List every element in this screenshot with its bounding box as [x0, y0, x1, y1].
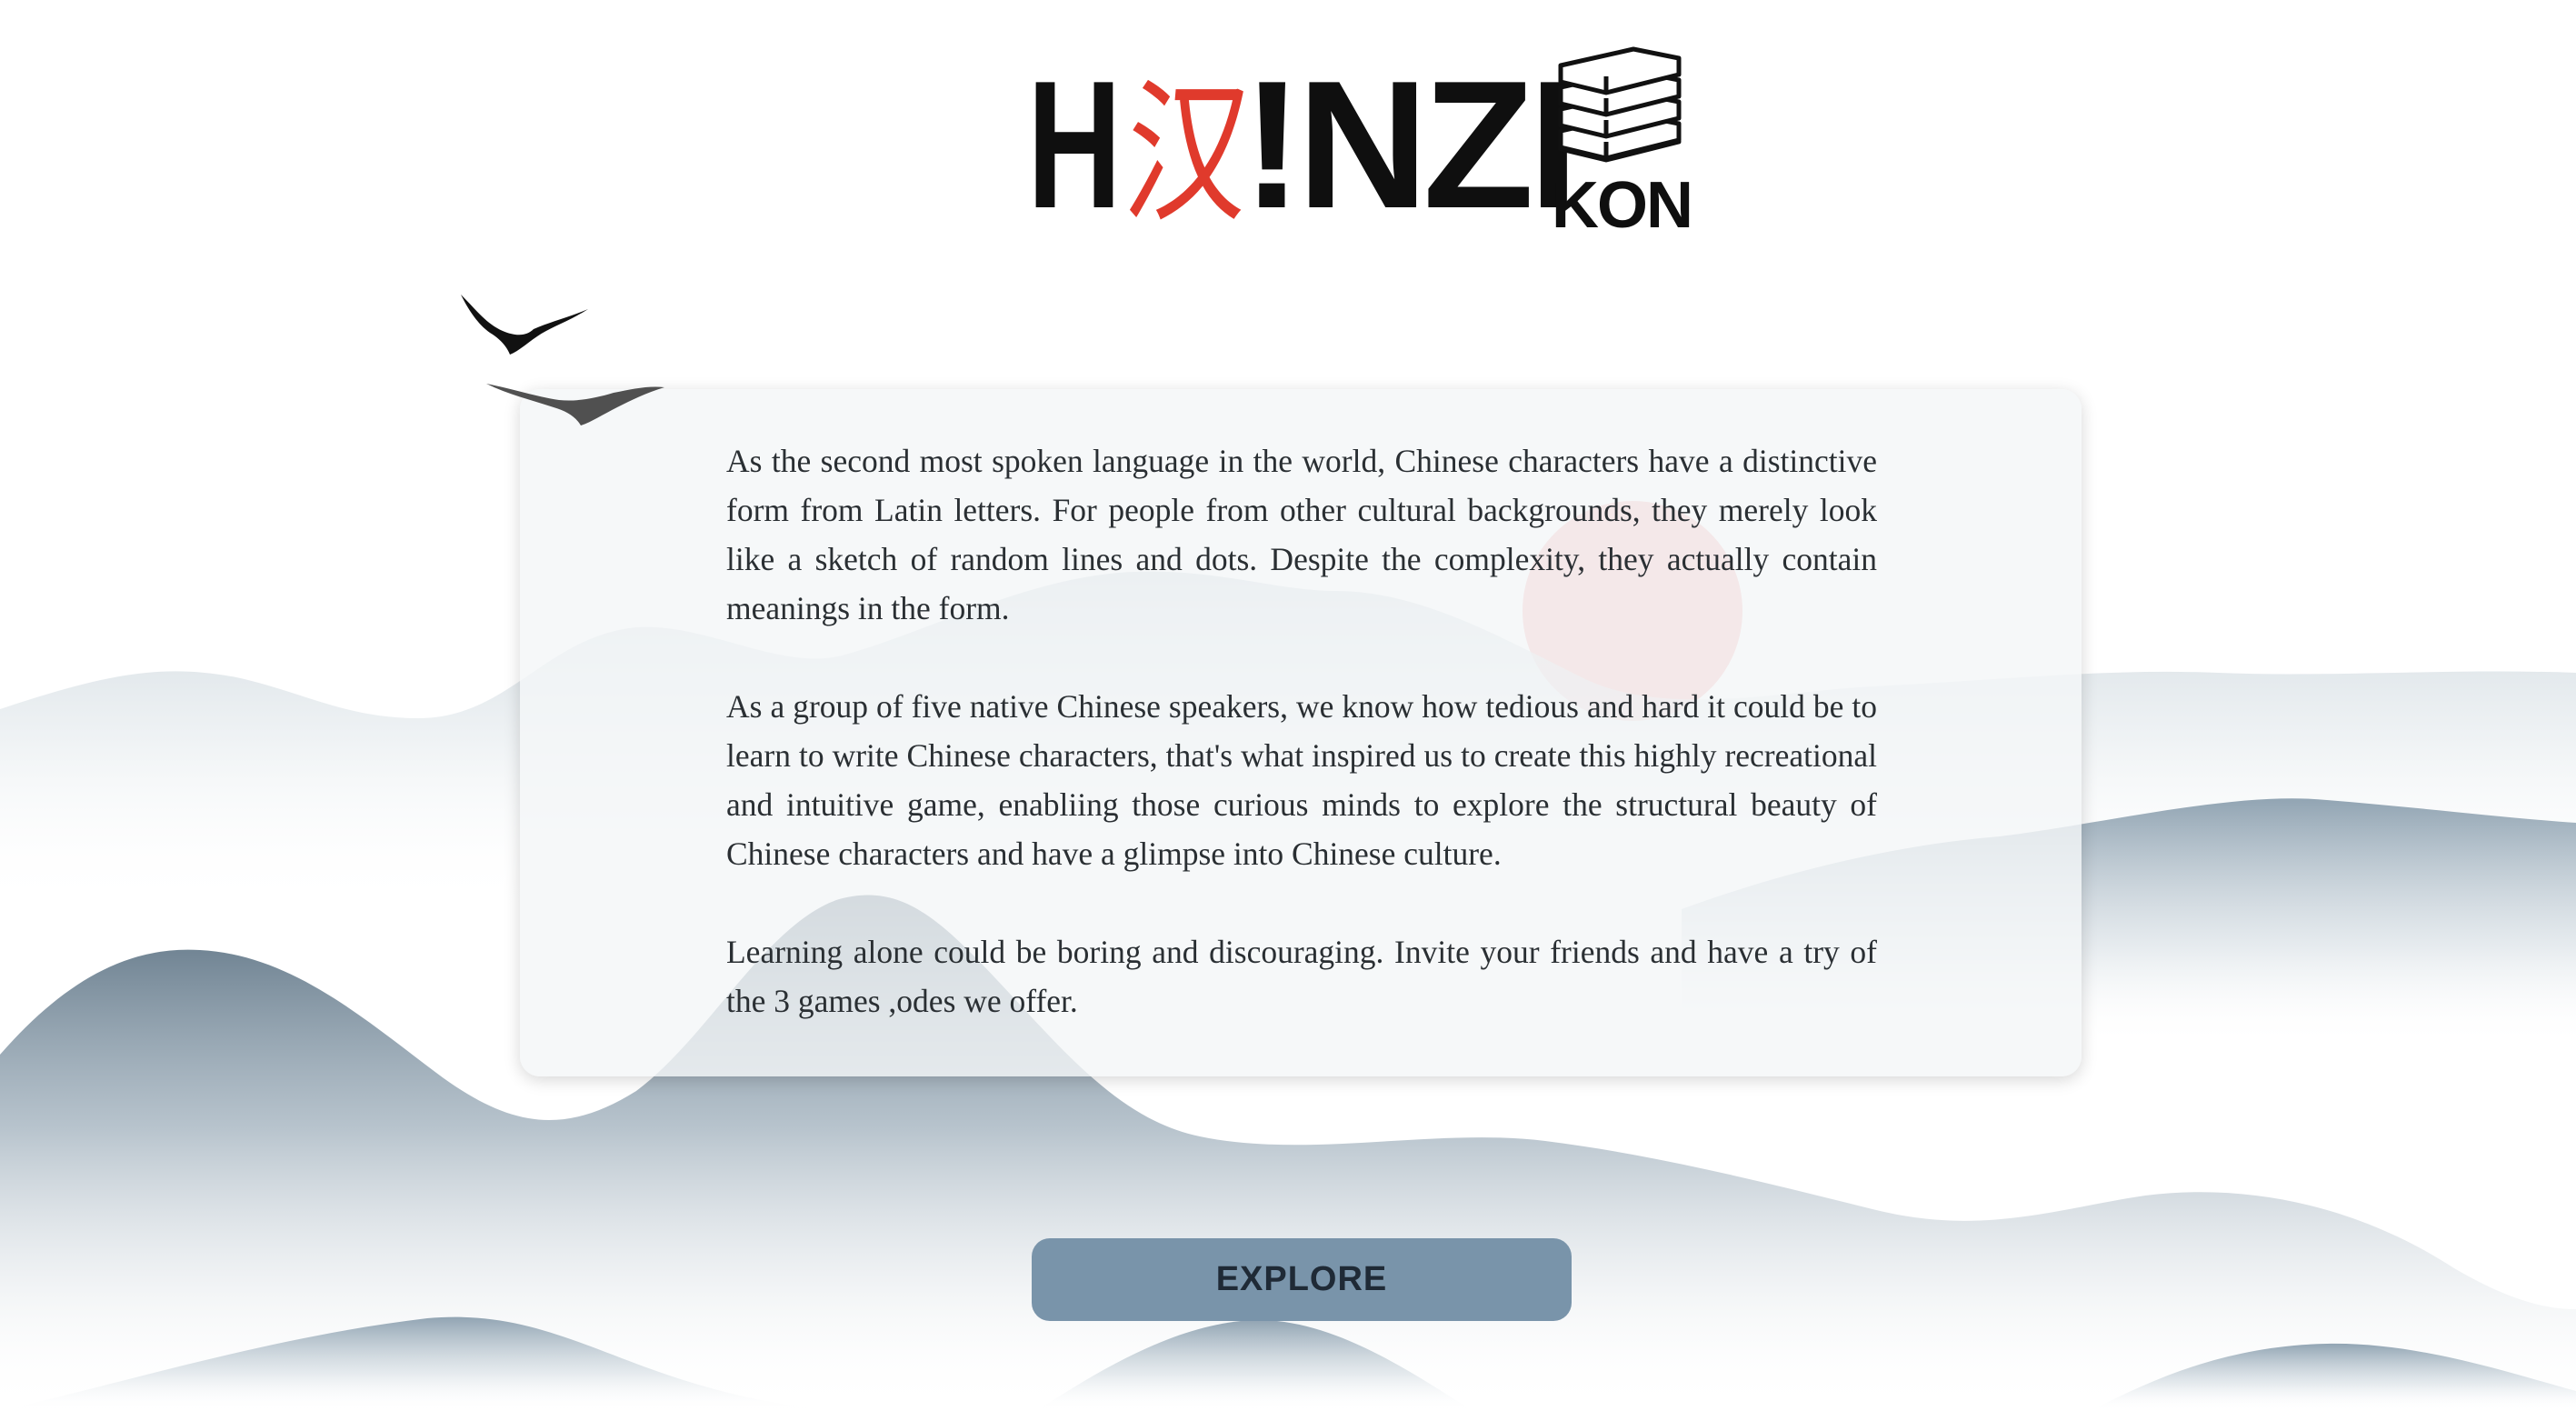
intro-text: As the second most spoken language in th… [726, 436, 1877, 1026]
intro-paragraph: As the second most spoken language in th… [726, 443, 1877, 626]
intro-paragraph: Learning alone could be boring and disco… [726, 934, 1877, 1019]
book-stack-icon [1558, 46, 1682, 163]
flying-birds-decoration [461, 295, 664, 425]
hanzikon-logo[interactable]: H汉!NZI KON [1027, 36, 1709, 246]
logo-letters-nzi: NZI [1297, 44, 1579, 246]
logo-red-character: 汉 [1118, 65, 1253, 245]
logo-wordmark: H汉!NZI [1027, 44, 1579, 246]
bird-icon [461, 295, 588, 355]
intro-paragraph: As a group of five native Chinese speake… [726, 688, 1877, 872]
intro-panel: As the second most spoken language in th… [520, 389, 2082, 1076]
explore-button[interactable]: EXPLORE [1032, 1238, 1572, 1321]
logo-subtext: KON [1552, 169, 1693, 242]
bird-icon [486, 384, 664, 425]
logo-letter-h: H [1027, 44, 1122, 246]
